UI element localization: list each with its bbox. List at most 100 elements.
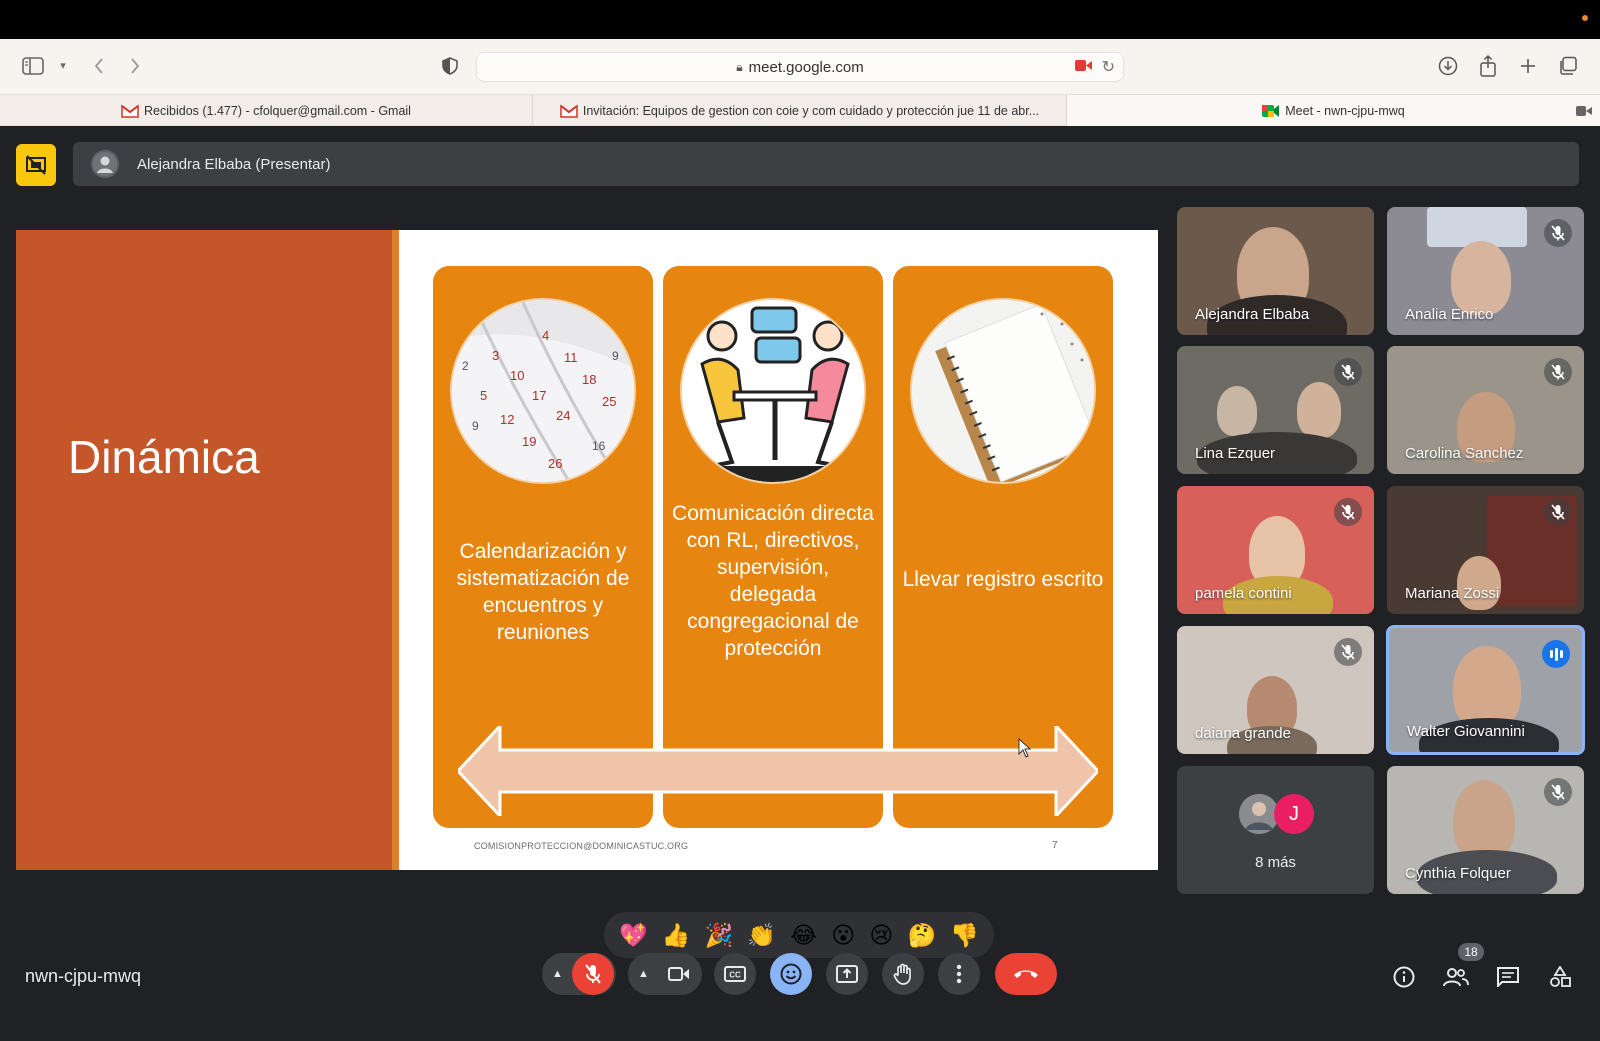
participant-name: Analia Enrico	[1405, 306, 1494, 323]
reaction-thumbs-down[interactable]: 👎	[950, 923, 979, 947]
reaction-laugh[interactable]: 😂	[790, 923, 817, 947]
chevron-up-icon[interactable]: ▲	[638, 968, 649, 980]
sidebar-toggle-icon[interactable]	[20, 53, 46, 79]
svg-text:9: 9	[612, 349, 619, 363]
people-count-badge: 18	[1458, 943, 1484, 961]
participant-video	[1297, 382, 1341, 438]
tab-label: Invitación: Equipos de gestion con coie …	[582, 103, 1040, 118]
svg-text:12: 12	[500, 412, 514, 427]
tab-camera-icon	[1576, 104, 1592, 122]
muted-mic-icon	[1334, 358, 1362, 386]
participant-tile-active[interactable]: Walter Giovannini	[1386, 625, 1585, 755]
tab-meet[interactable]: Meet - nwn-cjpu-mwq	[1067, 95, 1600, 126]
participant-tile[interactable]: pamela contini	[1177, 486, 1374, 614]
muted-mic-icon	[1544, 219, 1572, 247]
participant-initial-avatar: J	[1274, 794, 1314, 834]
presenter-avatar	[91, 150, 119, 178]
present-screen-icon	[836, 965, 858, 983]
reaction-surprised[interactable]: 😮	[831, 923, 855, 947]
participant-tile[interactable]: daiana grande	[1177, 626, 1374, 754]
slide-left-panel	[16, 230, 392, 870]
svg-text:5: 5	[480, 388, 487, 403]
people-button[interactable]	[1441, 962, 1471, 992]
meeting-image	[680, 298, 866, 484]
more-participants-tile[interactable]: J 8 más	[1177, 766, 1374, 894]
svg-text:18: 18	[582, 372, 596, 387]
muted-mic-icon	[1544, 498, 1572, 526]
participant-name: Carolina Sanchez	[1405, 445, 1524, 462]
people-icon	[1443, 968, 1469, 987]
chat-icon	[1497, 967, 1519, 987]
participant-tile[interactable]: Lina Ezquer	[1177, 346, 1374, 474]
tab-gmail-inbox[interactable]: Recibidos (1.477) - cfolquer@gmail.com -…	[0, 95, 533, 126]
meeting-code: nwn-cjpu-mwq	[25, 966, 142, 986]
notebook-image	[910, 298, 1096, 484]
participant-tile[interactable]: Mariana Zossi	[1387, 486, 1584, 614]
participant-avatar	[1239, 794, 1279, 834]
gmail-icon	[560, 104, 578, 118]
camera-toggle-button[interactable]	[658, 953, 700, 995]
svg-text:4: 4	[542, 328, 549, 343]
meeting-details-button[interactable]	[1389, 962, 1419, 992]
reaction-thinking[interactable]: 🤔	[907, 923, 936, 947]
more-participants-label: 8 más	[1255, 854, 1296, 871]
leave-call-button[interactable]	[995, 953, 1057, 995]
present-off-icon	[26, 155, 46, 175]
downloads-icon[interactable]	[1435, 53, 1461, 79]
slide-title: Dinámica	[68, 431, 260, 483]
reactions-button[interactable]	[770, 953, 812, 995]
hand-icon	[893, 963, 911, 985]
reaction-clap[interactable]: 👏	[747, 923, 776, 947]
stop-presenting-button[interactable]	[16, 144, 56, 186]
activities-button[interactable]	[1545, 962, 1575, 992]
camera-icon	[668, 967, 689, 981]
tab-label: Recibidos (1.477) - cfolquer@gmail.com -…	[144, 103, 411, 118]
reaction-sad[interactable]: 😢	[869, 923, 893, 947]
reaction-party[interactable]: 🎉	[705, 923, 734, 947]
shared-slide: Dinámica 3 10 17 24 4 11 18 25 5 12 19 26 2 9 16 9	[16, 230, 1158, 870]
participant-tile[interactable]: Cynthia Folquer	[1387, 766, 1584, 894]
tab-gmail-invitation[interactable]: Invitación: Equipos de gestion con coie …	[533, 95, 1067, 126]
reload-icon[interactable]: ↻	[1102, 57, 1115, 77]
slide-page-number: 7	[1052, 840, 1058, 851]
browser-toolbar: ▾ 🔒︎ meet.google.com ↻	[0, 39, 1600, 94]
participant-name: Walter Giovannini	[1407, 723, 1525, 740]
captions-button[interactable]: CC	[714, 953, 756, 995]
privacy-shield-icon[interactable]	[437, 53, 463, 79]
participant-tile[interactable]: Carolina Sanchez	[1387, 346, 1584, 474]
muted-mic-icon	[1334, 498, 1362, 526]
back-icon[interactable]	[86, 53, 112, 79]
new-tab-icon[interactable]	[1515, 53, 1541, 79]
browser-tab-strip: Recibidos (1.477) - cfolquer@gmail.com -…	[0, 94, 1600, 126]
hang-up-icon	[1014, 970, 1038, 978]
share-icon[interactable]	[1475, 53, 1501, 79]
more-vertical-icon	[956, 964, 962, 984]
chat-button[interactable]	[1493, 962, 1523, 992]
svg-text:24: 24	[556, 408, 570, 423]
raise-hand-button[interactable]	[882, 953, 924, 995]
tab-label: Meet - nwn-cjpu-mwq	[1285, 103, 1405, 118]
reaction-thumbs-up[interactable]: 👍	[662, 923, 691, 947]
address-bar[interactable]: 🔒︎ meet.google.com ↻	[476, 52, 1124, 82]
camera-in-use-icon[interactable]	[1075, 59, 1092, 73]
participant-video	[1453, 780, 1515, 860]
url-text: meet.google.com	[748, 58, 864, 76]
forward-icon[interactable]	[122, 53, 148, 79]
svg-text:16: 16	[592, 439, 606, 453]
participant-tile[interactable]: Alejandra Elbaba	[1177, 207, 1374, 335]
more-options-button[interactable]	[938, 953, 980, 995]
chevron-down-icon[interactable]: ▾	[50, 53, 76, 79]
svg-text:3: 3	[492, 348, 499, 363]
tab-overview-icon[interactable]	[1555, 53, 1581, 79]
mouse-cursor-icon	[1018, 738, 1032, 758]
chevron-up-icon[interactable]: ▲	[552, 968, 563, 980]
double-arrow-graphic	[458, 726, 1098, 816]
emoji-icon	[780, 963, 802, 985]
present-now-button[interactable]	[826, 953, 868, 995]
svg-text:26: 26	[548, 456, 562, 471]
participant-tile[interactable]: Analia Enrico	[1387, 207, 1584, 335]
reaction-heart[interactable]: 💖	[619, 923, 648, 947]
participant-name: pamela contini	[1195, 585, 1292, 602]
recording-indicator-dot	[1582, 15, 1588, 21]
mic-toggle-button[interactable]	[572, 953, 614, 995]
